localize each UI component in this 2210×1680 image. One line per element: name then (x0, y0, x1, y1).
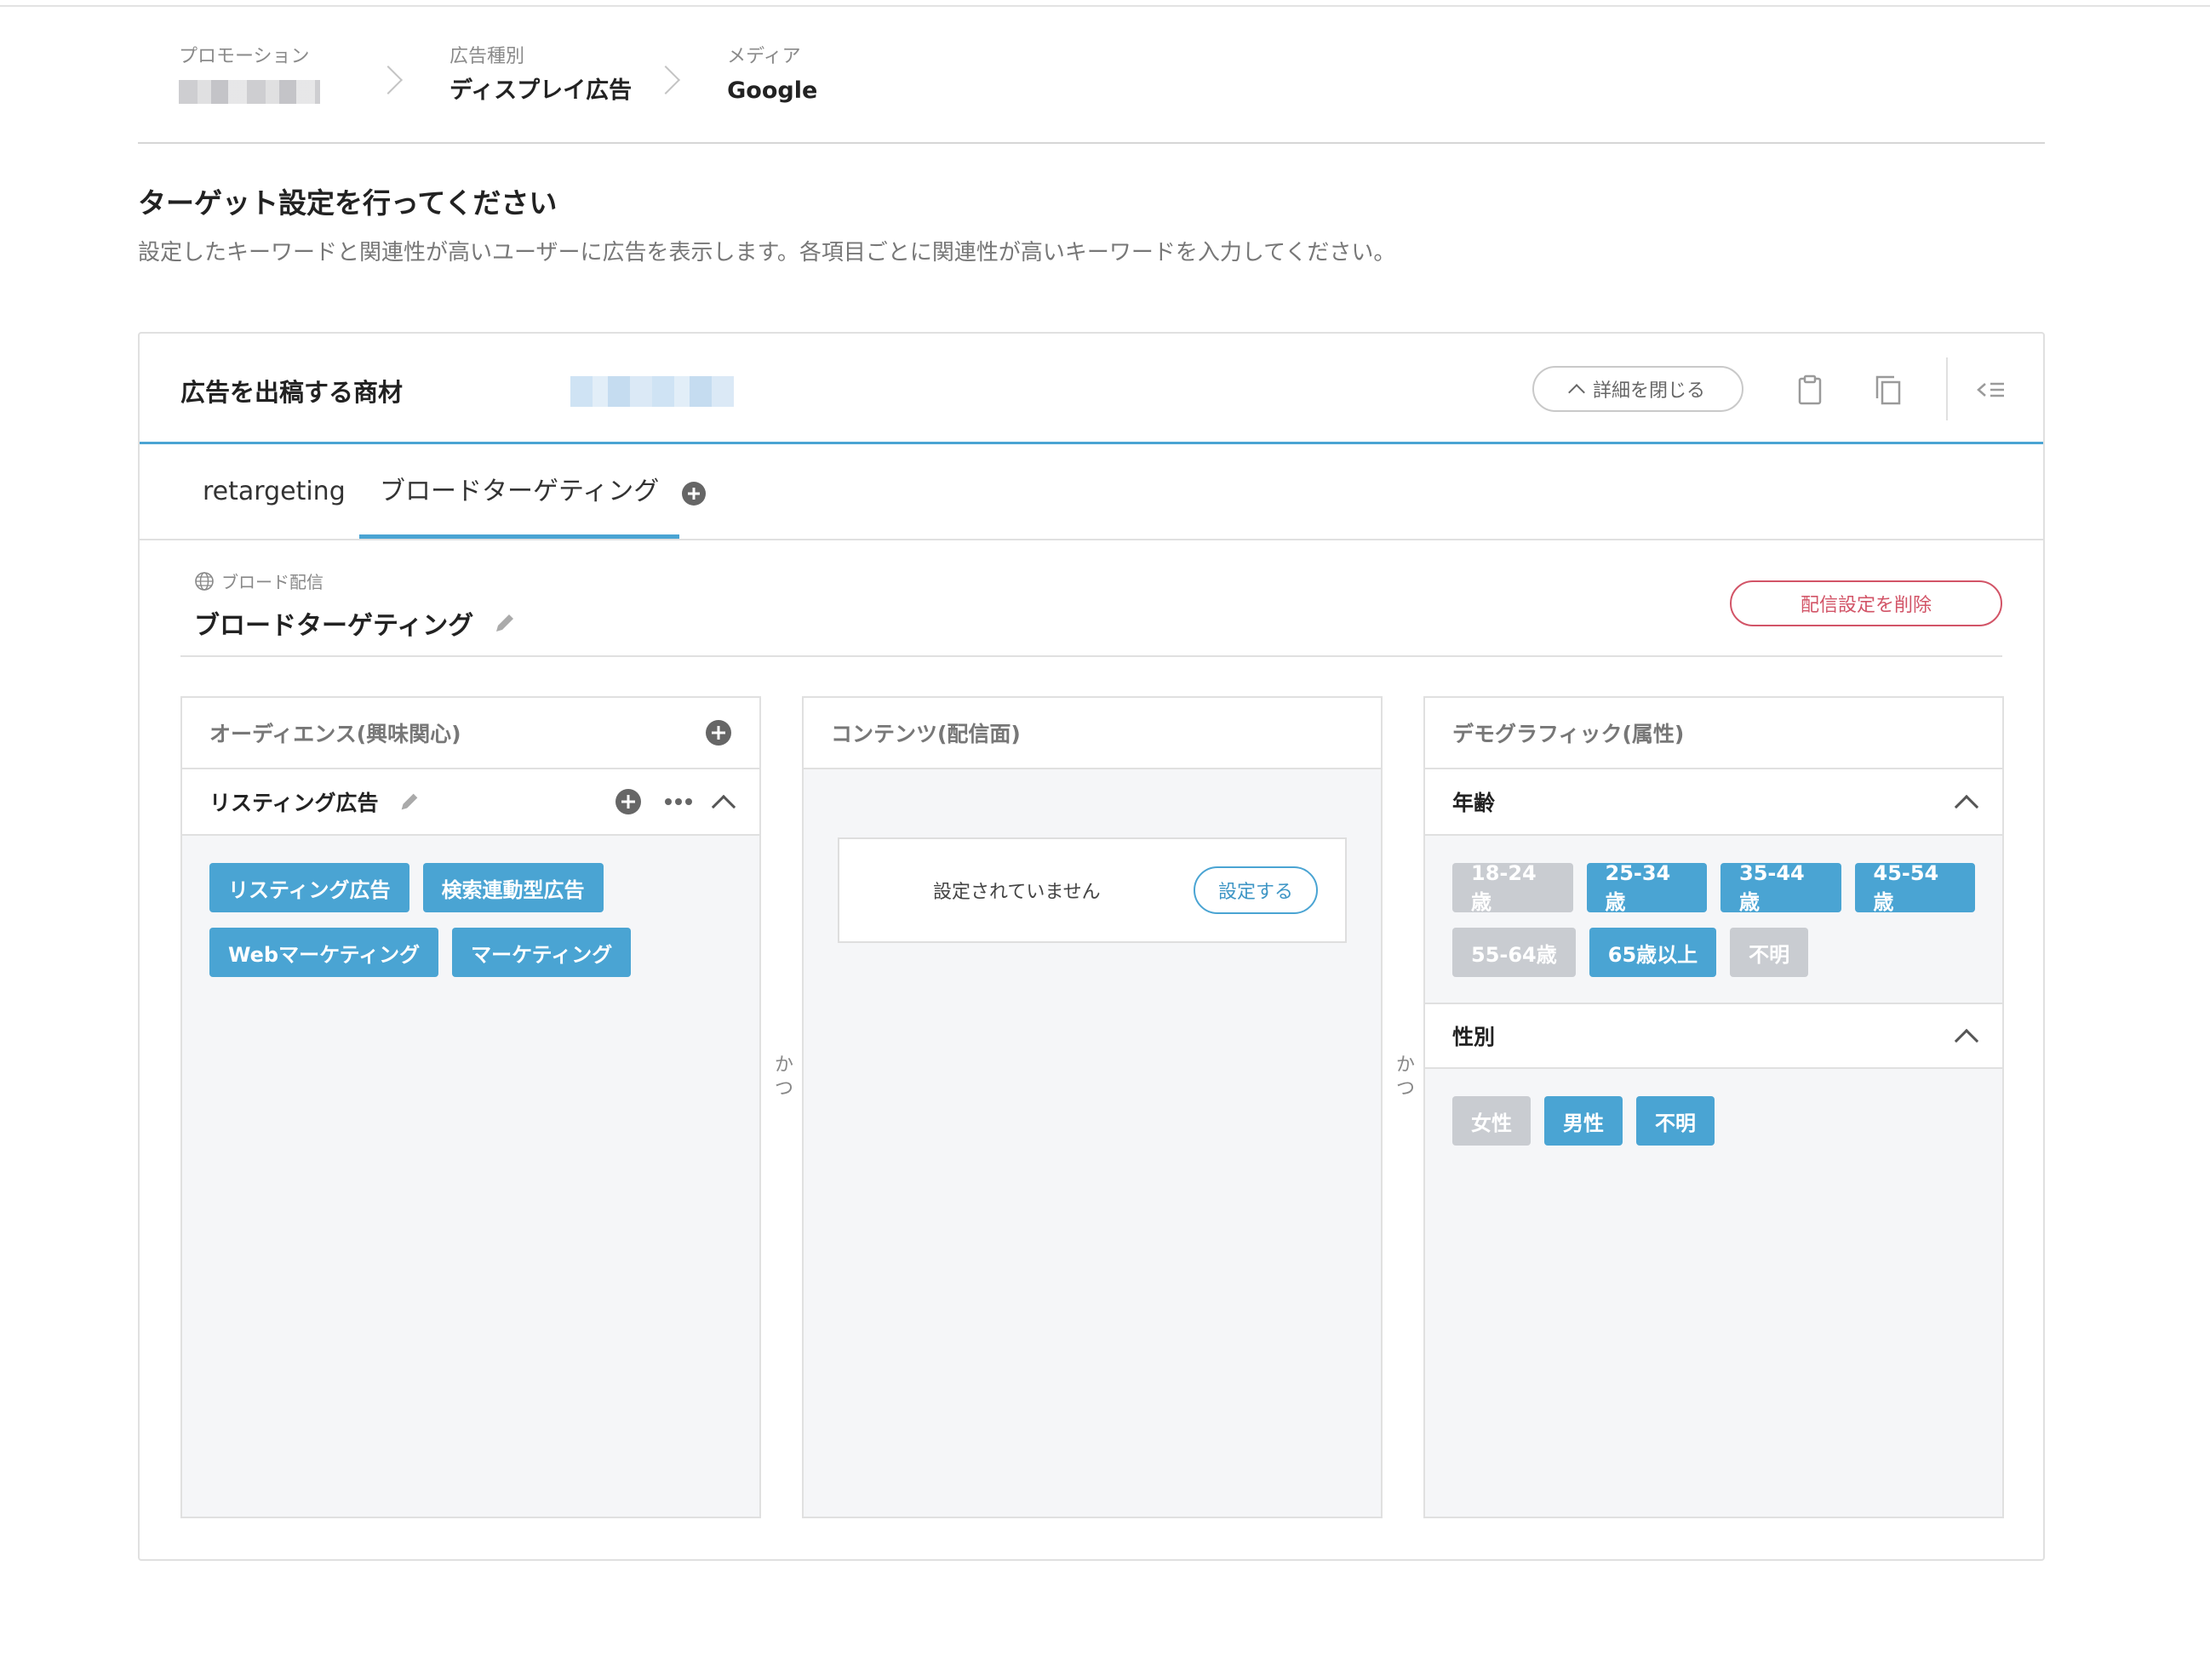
chip-row: Webマーケティング マーケティング (209, 928, 732, 977)
copy-icon[interactable] (1871, 373, 1905, 407)
breadcrumb-value: Google (727, 77, 818, 104)
breadcrumb-promotion[interactable]: プロモーション (179, 44, 320, 104)
card-header: 広告を出稿する商材 詳細を閉じる (140, 334, 2043, 444)
and-connector: か つ (1393, 1054, 1418, 1101)
keyword-chip[interactable]: マーケティング (452, 928, 632, 977)
broad-delivery-label: ブロード配信 (194, 569, 323, 593)
clipboard-icon[interactable] (1793, 373, 1827, 407)
age-chip[interactable]: 25-34歳 (1586, 861, 1707, 914)
audience-group-tools (615, 788, 736, 820)
add-keyword-icon[interactable] (615, 788, 642, 815)
breadcrumb: プロモーション 広告種別 ディスプレイ広告 メディア Google (179, 44, 817, 112)
age-chip[interactable]: 35-44歳 (1720, 861, 1841, 914)
contents-header: コンテンツ(配信面) (804, 698, 1381, 769)
chevron-up-icon (1568, 384, 1585, 401)
target-settings-card: 広告を出稿する商材 詳細を閉じる retargeting ブロードターゲティング (138, 332, 2045, 1561)
empty-state-text: 設定されていません (933, 882, 1101, 903)
configure-button[interactable]: 設定する (1194, 866, 1318, 914)
broad-targeting-name: ブロードターゲティング (194, 611, 474, 641)
audience-group-title: リスティング広告 (209, 786, 421, 817)
contents-column: コンテンツ(配信面) 設定されていません 設定する (802, 696, 1383, 1518)
chevron-up-icon[interactable] (1954, 794, 1979, 820)
demographic-title: デモグラフィック(属性) (1452, 722, 1685, 746)
gender-chip[interactable]: 不明 (1636, 1096, 1715, 1146)
gender-chip[interactable]: 男性 (1544, 1096, 1623, 1146)
breadcrumb-value: ディスプレイ広告 (449, 77, 633, 104)
keyword-chip[interactable]: リスティング広告 (209, 863, 409, 912)
broad-delivery-text: ブロード配信 (221, 572, 323, 592)
divider (180, 655, 2002, 657)
age-chip[interactable]: 65歳以上 (1589, 928, 1717, 977)
pencil-icon[interactable] (398, 790, 421, 814)
audience-header: オーディエンス(興味関心) (182, 698, 759, 769)
delete-delivery-button[interactable]: 配信設定を削除 (1730, 580, 2002, 626)
demographic-column: デモグラフィック(属性) 年齢 18-24歳 25-34歳 35-44歳 45-… (1423, 696, 2004, 1518)
and-connector-char: か (1395, 1054, 1415, 1076)
contents-title: コンテンツ(配信面) (831, 722, 1021, 746)
breadcrumb-label: メディア (727, 46, 801, 67)
chip-row: 55-64歳 65歳以上 不明 (1452, 928, 1975, 977)
age-chip[interactable]: 不明 (1730, 928, 1809, 977)
collapse-panel-icon[interactable] (1973, 373, 2007, 407)
breadcrumb-label: 広告種別 (449, 46, 525, 67)
close-details-button[interactable]: 詳細を閉じる (1532, 366, 1743, 412)
broad-targeting-title: ブロードターゲティング (194, 604, 518, 642)
contents-empty-state: 設定されていません 設定する (838, 837, 1347, 943)
audience-column: オーディエンス(興味関心) リスティング広告 リスティング広告 検索連動型広告 … (180, 696, 761, 1518)
close-details-label: 詳細を閉じる (1592, 380, 1705, 402)
top-rule (0, 5, 2210, 7)
age-chip[interactable]: 55-64歳 (1452, 928, 1576, 977)
breadcrumb-media[interactable]: メディア Google (727, 44, 817, 106)
audience-keywords: リスティング広告 検索連動型広告 Webマーケティング マーケティング (182, 836, 759, 1001)
breadcrumb-ad-type[interactable]: 広告種別 ディスプレイ広告 (449, 44, 632, 106)
tab-retargeting[interactable]: retargeting (203, 471, 346, 513)
age-chip[interactable]: 18-24歳 (1452, 861, 1573, 914)
chevron-up-icon[interactable] (711, 794, 736, 820)
redacted-product-name (570, 376, 734, 407)
audience-group-header: リスティング広告 (182, 769, 759, 836)
redacted-promotion-name (179, 80, 320, 104)
and-connector-char: つ (774, 1078, 793, 1100)
keyword-chip[interactable]: Webマーケティング (209, 928, 439, 977)
header-separator (1946, 357, 1948, 420)
audience-group-name: リスティング広告 (209, 791, 379, 815)
pencil-icon[interactable] (492, 610, 518, 636)
page-title: ターゲット設定を行ってください (138, 186, 558, 220)
gender-options: 女性 男性 不明 (1425, 1069, 2002, 1169)
product-label: 広告を出稿する商材 (180, 378, 404, 407)
add-tab-icon[interactable] (681, 481, 707, 506)
demographic-header: デモグラフィック(属性) (1425, 698, 2002, 769)
tab-broad-targeting[interactable]: ブロードターゲティング (358, 471, 680, 539)
age-chip[interactable]: 45-54歳 (1854, 861, 1975, 914)
and-connector: か つ (771, 1054, 797, 1101)
chevron-right-icon (650, 63, 684, 97)
chevron-right-icon (373, 63, 407, 97)
divider (138, 142, 2045, 144)
targeting-tabs: retargeting ブロードターゲティング (140, 447, 2043, 540)
chip-row: 18-24歳 25-34歳 35-44歳 45-54歳 (1452, 861, 1975, 914)
page-description: 設定したキーワードと関連性が高いユーザーに広告を表示します。各項目ごとに関連性が… (138, 240, 1396, 266)
and-connector-char: か (774, 1054, 793, 1076)
add-audience-icon[interactable] (705, 719, 732, 746)
age-options: 18-24歳 25-34歳 35-44歳 45-54歳 55-64歳 65歳以上… (1425, 836, 2002, 1003)
gender-title: 性別 (1452, 1025, 1496, 1049)
gender-header: 性別 (1425, 1003, 2002, 1069)
audience-title: オーディエンス(興味関心) (209, 722, 461, 746)
keyword-chip[interactable]: 検索連動型広告 (422, 863, 604, 912)
breadcrumb-label: プロモーション (179, 46, 310, 67)
age-header: 年齢 (1425, 769, 2002, 836)
globe-icon (195, 571, 214, 591)
chip-row: リスティング広告 検索連動型広告 (209, 863, 732, 912)
gender-chip[interactable]: 女性 (1452, 1096, 1531, 1146)
chevron-up-icon[interactable] (1954, 1028, 1979, 1054)
more-options-icon[interactable] (664, 797, 693, 806)
and-connector-char: つ (1395, 1078, 1415, 1100)
age-title: 年齢 (1452, 791, 1496, 815)
